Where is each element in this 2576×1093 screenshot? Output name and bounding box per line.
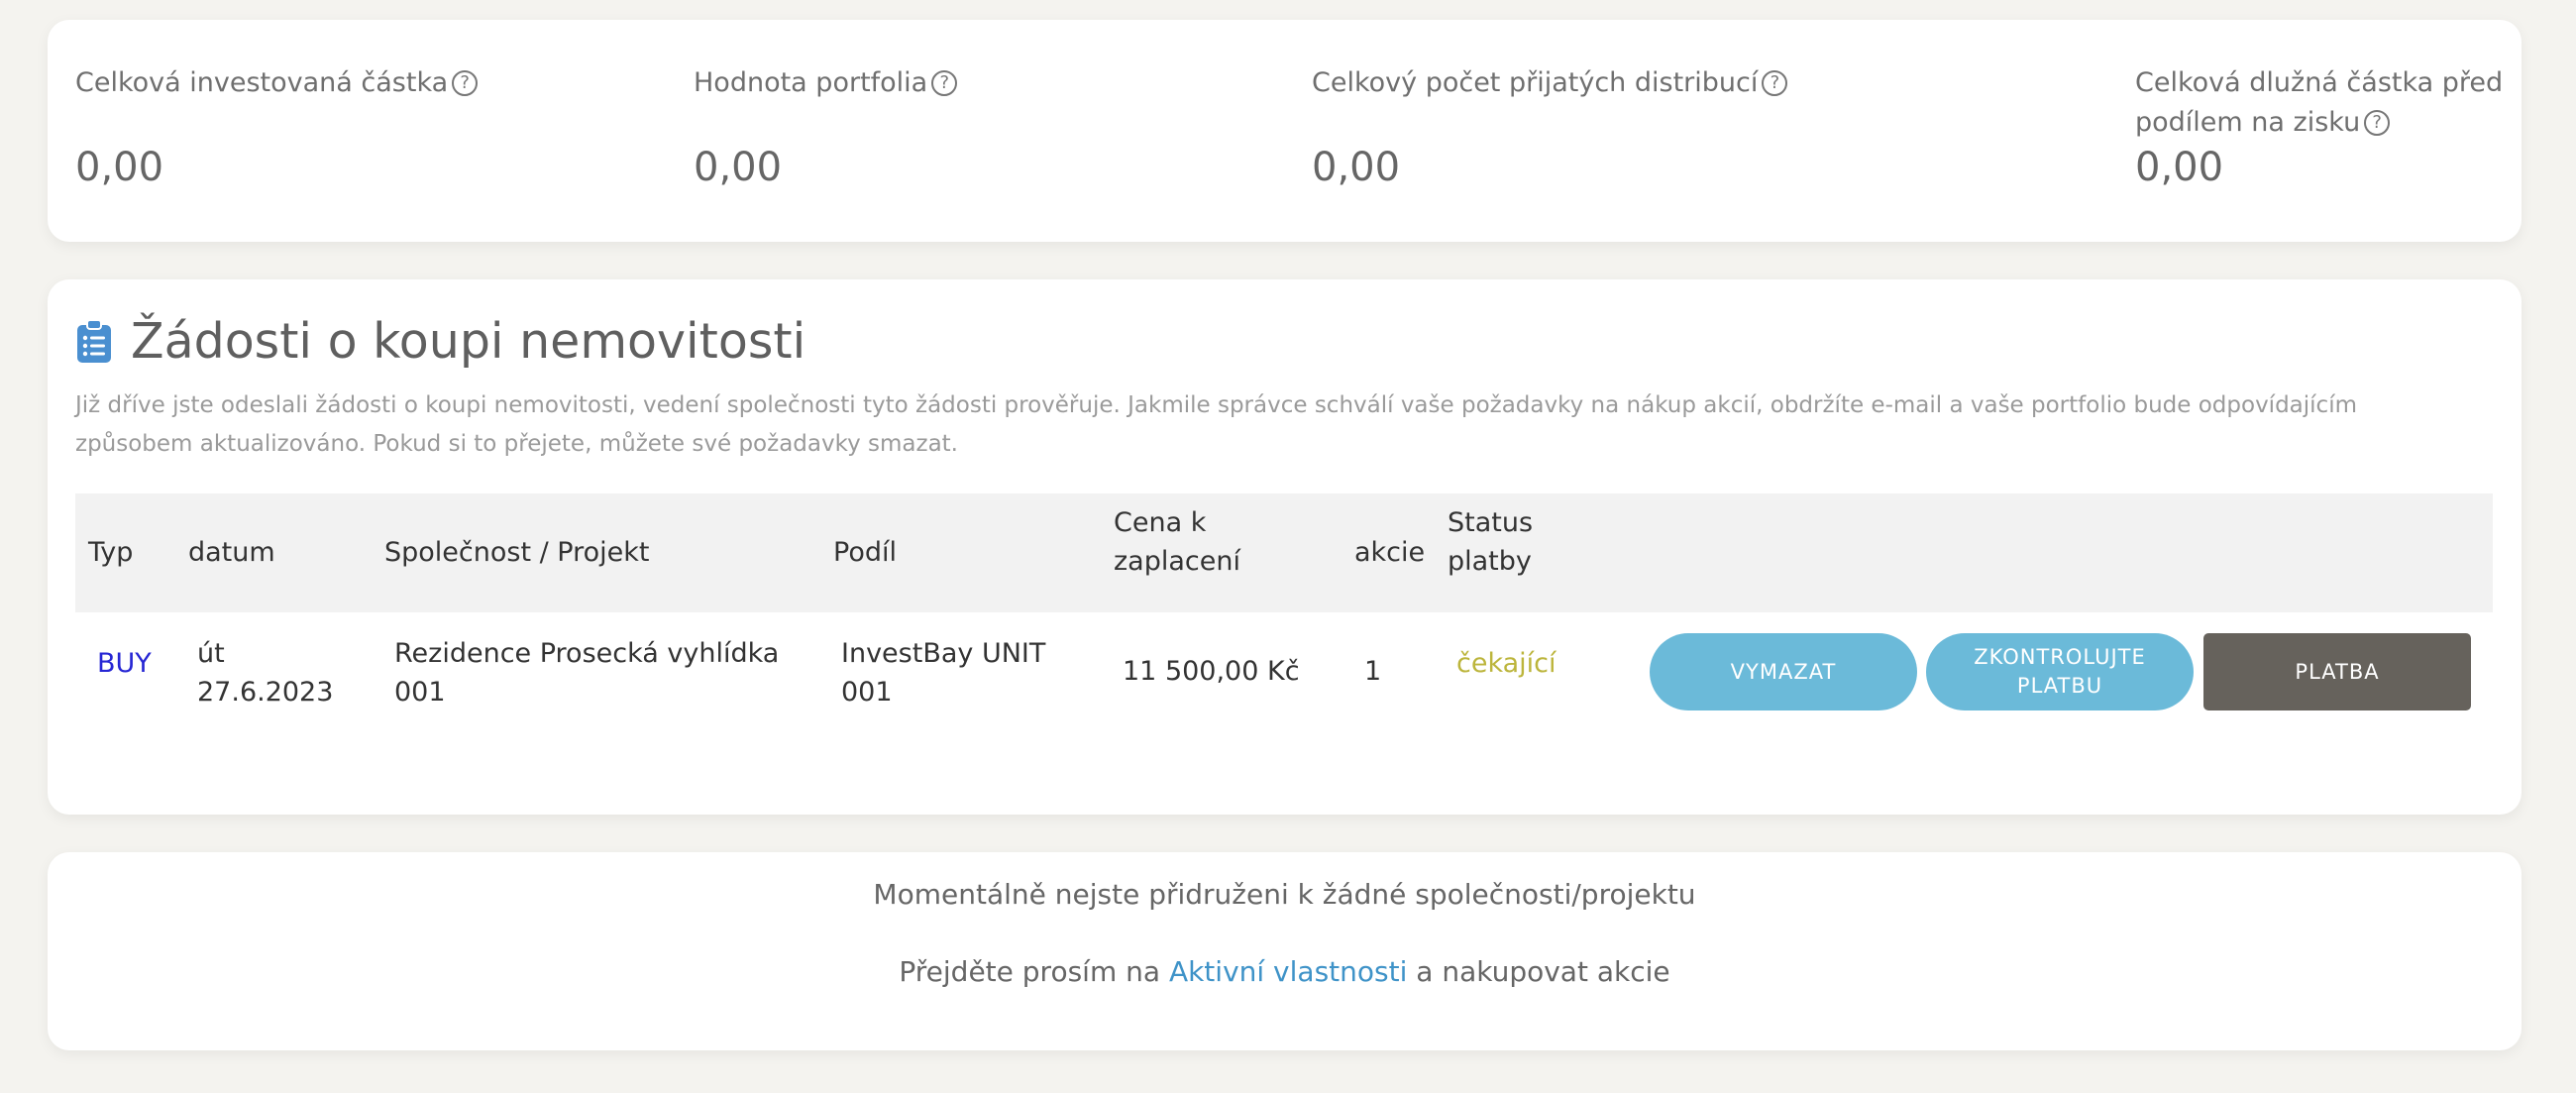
- row-company-line2: 001: [394, 677, 446, 708]
- section-description: Již dříve jste odeslali žádosti o koupi …: [75, 392, 2357, 457]
- column-header-share: Podíl: [833, 537, 897, 568]
- stat-label: Celková investovaná částka: [75, 67, 449, 98]
- column-header-price-line1: Cena k: [1114, 507, 1207, 538]
- column-header-price-line2: zaplacení: [1114, 546, 1240, 577]
- row-date-value: 27.6.2023: [197, 677, 334, 708]
- stat-value: 0,00: [75, 145, 164, 190]
- help-icon[interactable]: ?: [931, 70, 958, 96]
- info-card: Momentálně nejste přidruženi k žádné spo…: [48, 852, 2522, 1050]
- delete-button-label: VYMAZAT: [1730, 659, 1837, 684]
- stat-value: 0,00: [694, 145, 783, 190]
- column-header-status: Status platby: [1448, 503, 1533, 581]
- check-payment-label-line2: PLATBU: [2016, 674, 2103, 698]
- help-icon[interactable]: ?: [1762, 70, 1788, 96]
- stat-label: Hodnota portfolia: [694, 67, 928, 98]
- stat-label: podílem na zisku: [2135, 107, 2361, 138]
- column-header-type: Typ: [88, 537, 134, 568]
- stat-label: Celková dlužná částka před: [2135, 67, 2504, 98]
- section-title: Žádosti o koupi nemovitosti: [131, 313, 806, 370]
- stat-value: 0,00: [1312, 145, 1401, 190]
- column-header-shares: akcie: [1354, 537, 1426, 568]
- row-date-day: út: [197, 638, 225, 669]
- column-header-price: Cena k zaplacení: [1114, 503, 1240, 581]
- row-status: čekající: [1456, 648, 1556, 679]
- check-payment-label-line1: ZKONTROLUJTE: [1974, 645, 2146, 669]
- payment-button[interactable]: PLATBA: [2203, 633, 2471, 710]
- stat-total-invested: Celková investovaná částka? 0,00: [75, 63, 479, 190]
- payment-button-label: PLATBA: [2295, 659, 2380, 684]
- table-header: Typ datum Společnost / Projekt Podíl Cen…: [75, 493, 2493, 612]
- no-projects-message: Momentálně nejste přidruženi k žádné spo…: [873, 878, 1696, 911]
- stat-value: 0,00: [2135, 145, 2224, 190]
- stat-label: Celkový počet přijatých distribucí: [1312, 67, 1759, 98]
- hint-text-before: Přejděte prosím na: [899, 955, 1161, 988]
- column-header-status-line1: Status: [1448, 507, 1534, 538]
- row-share: InvestBay UNIT 001: [841, 634, 1045, 711]
- row-date: út 27.6.2023: [197, 634, 333, 711]
- hint-text-after: a nakupovat akcie: [1416, 955, 1670, 988]
- row-shares: 1: [1364, 656, 1382, 687]
- navigation-hint: Přejděte prosím na Aktivní vlastnosti a …: [48, 955, 2522, 988]
- stat-outstanding-amount: Celková dlužná částka před podílem na zi…: [2135, 63, 2504, 190]
- row-type: BUY: [97, 648, 152, 679]
- row-share-line2: 001: [841, 677, 893, 708]
- active-properties-link[interactable]: Aktivní vlastnosti: [1169, 955, 1407, 988]
- row-company: Rezidence Prosecká vyhlídka 001: [394, 634, 779, 711]
- column-header-company: Společnost / Projekt: [384, 537, 650, 568]
- purchase-requests-card: Žádosti o koupi nemovitosti Již dříve js…: [48, 279, 2522, 815]
- column-header-status-line2: platby: [1448, 546, 1532, 577]
- column-header-date: datum: [188, 537, 275, 568]
- clipboard-icon: [77, 318, 111, 363]
- row-price: 11 500,00 Kč: [1123, 656, 1300, 687]
- help-icon[interactable]: ?: [2364, 110, 2391, 136]
- help-icon[interactable]: ?: [452, 70, 479, 96]
- delete-button[interactable]: VYMAZAT: [1650, 633, 1917, 710]
- stat-distributions: Celkový počet přijatých distribucí? 0,00: [1312, 63, 1788, 190]
- stats-card: Celková investovaná částka? 0,00 Hodnota…: [48, 20, 2522, 242]
- section-header: Žádosti o koupi nemovitosti: [75, 313, 805, 370]
- row-company-line1: Rezidence Prosecká vyhlídka: [394, 638, 780, 669]
- check-payment-button[interactable]: ZKONTROLUJTE PLATBU: [1926, 633, 2194, 710]
- row-share-line1: InvestBay UNIT: [841, 638, 1046, 669]
- stat-portfolio-value: Hodnota portfolia? 0,00: [694, 63, 958, 190]
